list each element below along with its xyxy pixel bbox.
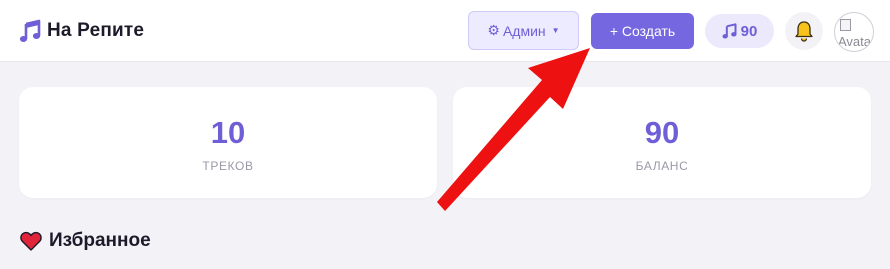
favorites-heading: Избранное xyxy=(20,230,151,252)
admin-label: Админ xyxy=(502,22,546,39)
section-title: Избранное xyxy=(49,230,151,251)
app-title: На Репите xyxy=(47,20,145,41)
top-bar: На Репите ⚙ Админ ▼ + Создать 90 Avatar xyxy=(0,0,890,62)
stat-card-tracks: 10 ТРЕКОВ xyxy=(19,87,437,198)
music-note-icon xyxy=(19,19,41,42)
bell-icon xyxy=(795,21,813,42)
avatar[interactable]: Avatar xyxy=(834,12,874,52)
stat-value: 90 xyxy=(644,115,680,150)
admin-menu-button[interactable]: ⚙ Админ ▼ xyxy=(468,11,579,50)
logo[interactable]: На Репите xyxy=(19,19,144,43)
broken-image-icon xyxy=(840,19,851,31)
balance-pill[interactable]: 90 xyxy=(705,14,774,48)
create-button[interactable]: + Создать xyxy=(591,13,694,49)
music-note-icon xyxy=(722,23,737,39)
avatar-alt-text: Avatar xyxy=(838,34,874,49)
balance-value: 90 xyxy=(740,22,758,40)
stat-label: ТРЕКОВ xyxy=(202,159,254,173)
stat-value: 10 xyxy=(210,115,246,150)
heart-icon xyxy=(20,231,42,251)
stat-label: БАЛАНС xyxy=(635,159,689,173)
chevron-down-icon: ▼ xyxy=(551,26,560,35)
notifications-button[interactable] xyxy=(785,12,823,50)
gear-icon: ⚙ xyxy=(487,22,500,38)
stat-card-balance: 90 БАЛАНС xyxy=(453,87,871,198)
